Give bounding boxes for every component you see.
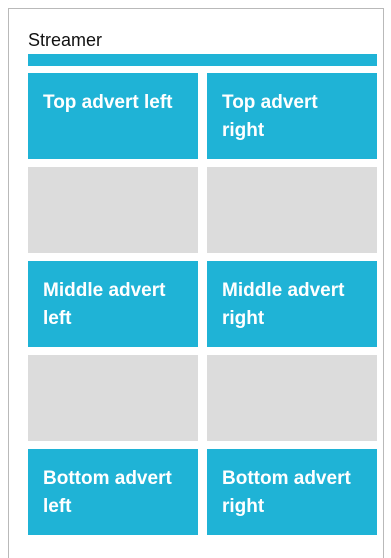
middle-advert-right[interactable]: Middle advert right	[207, 261, 377, 347]
placeholder-block-right	[207, 355, 377, 441]
placeholder-block-left	[28, 167, 198, 253]
bottom-advert-right[interactable]: Bottom advert right	[207, 449, 377, 535]
ad-layout-frame: Streamer Top advert left Top advert righ…	[8, 8, 384, 558]
placeholder-block-right	[207, 167, 377, 253]
top-advert-right[interactable]: Top advert right	[207, 73, 377, 159]
top-advert-left[interactable]: Top advert left	[28, 73, 198, 159]
streamer-label: Streamer	[28, 30, 103, 50]
streamer-banner[interactable]	[28, 54, 377, 66]
middle-advert-left[interactable]: Middle advert left	[28, 261, 198, 347]
bottom-advert-left[interactable]: Bottom advert left	[28, 449, 198, 535]
placeholder-block-left	[28, 355, 198, 441]
